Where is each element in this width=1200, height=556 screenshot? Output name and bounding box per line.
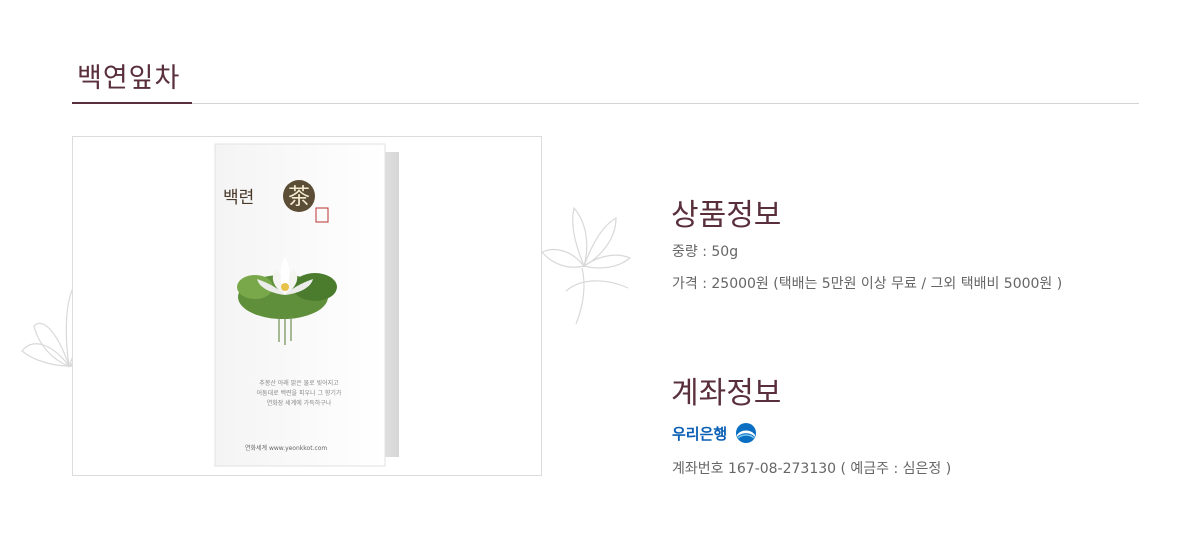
title-divider-accent <box>72 102 192 104</box>
box-char: 茶 <box>288 185 310 210</box>
box-poem-line: 연화장 세계에 가득하구나 <box>267 399 332 407</box>
title-divider <box>72 103 1139 104</box>
product-image: 백련 茶 추봉산 아래 맑은 물로 빚어지고 어둠대로 백련을 피우니 그 향기… <box>72 136 542 476</box>
account-number: 계좌번호 167-08-273130 ( 예금주 : 심은정 ) <box>672 461 952 477</box>
account-info-heading: 계좌정보 <box>671 376 782 411</box>
lotus-decoration-right <box>541 206 632 325</box>
product-info-heading: 상품정보 <box>671 198 782 233</box>
product-weight: 중량 : 50g <box>672 244 739 260</box>
box-poem-line: 추봉산 아래 맑은 물로 빚어지고 <box>259 379 339 387</box>
box-footer: 연화세계 www.yeonkkot.com <box>245 444 327 452</box>
bank-name: 우리은행 <box>672 424 728 443</box>
woori-bank-logo-icon <box>736 423 757 443</box>
box-brand: 백련 <box>223 188 254 208</box>
box-poem-line: 어둠대로 백련을 피우니 그 향기가 <box>257 389 342 397</box>
bank-label: 우리은행 <box>672 422 757 444</box>
product-price: 가격 : 25000원 (택배는 5만원 이상 무료 / 그외 택배비 5000… <box>672 276 1063 292</box>
page-title: 백연잎차 <box>77 63 181 94</box>
